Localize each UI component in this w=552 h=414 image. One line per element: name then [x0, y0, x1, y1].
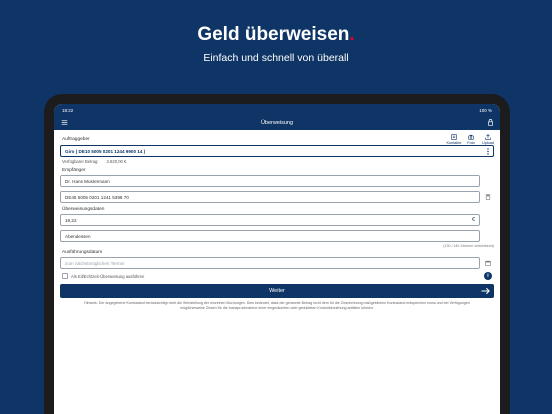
date-placeholder: zum nächstmöglichen Termin — [65, 260, 125, 266]
auftraggeber-label: Auftraggeber — [62, 137, 90, 142]
euro-icon: € — [471, 217, 475, 223]
amount-input[interactable]: 18,22 € — [60, 214, 480, 226]
status-battery: 100 % — [479, 107, 492, 113]
instant-transfer-label: Als Eil/Echtzeit-Überweisung ausführen — [71, 273, 145, 279]
ueberweisungsdaten-label: Überweisungsdaten — [62, 207, 105, 212]
purpose-row: Abendessen — [60, 230, 494, 242]
promo-title: Geld überweisen. — [0, 24, 552, 46]
weiter-button[interactable]: Weiter — [60, 284, 494, 298]
iban-input[interactable]: DE45 5005 0201 1241 5398 70 — [60, 191, 480, 203]
balance-value: 3.820,00 € — [106, 159, 127, 164]
recipient-name-row: Dr. Hans Mustermann — [60, 175, 494, 187]
auftraggeber-header-row: Auftraggeber Kontakte Foto Upload — [60, 134, 494, 145]
weiter-label: Weiter — [269, 288, 285, 294]
iban-row: DE45 5005 0201 1241 5398 70 — [60, 191, 494, 203]
tablet-device-frame: 18:22 100 % Überweisung Auftraggeber Kon… — [44, 94, 510, 414]
calendar-icon — [485, 260, 491, 266]
upload-button[interactable]: Upload — [482, 134, 494, 145]
more-options-icon[interactable] — [487, 147, 489, 155]
upload-icon — [485, 134, 491, 140]
date-input[interactable]: zum nächstmöglichen Termin — [60, 257, 480, 269]
available-balance: Verfügbarer Betrag: 3.820,00 € — [62, 159, 494, 164]
purpose-input[interactable]: Abendessen — [60, 230, 480, 242]
account-value: Giro ( DE10 5005 0201 1244 9900 14 ) — [65, 148, 146, 154]
instant-transfer-checkbox[interactable] — [62, 273, 68, 279]
camera-icon — [468, 134, 474, 140]
app-screen: 18:22 100 % Überweisung Auftraggeber Kon… — [54, 104, 500, 414]
empfaenger-label: Empfänger — [62, 168, 86, 173]
amount-value: 18,22 — [65, 217, 77, 223]
balance-hint: Hinweis: Der angegebene Kontostand berüc… — [84, 301, 470, 310]
status-time: 18:22 — [62, 107, 74, 113]
transfer-form: Auftraggeber Kontakte Foto Upload Giro (… — [54, 130, 500, 311]
account-row: Giro ( DE10 5005 0201 1244 9900 14 ) — [60, 145, 494, 157]
char-counter: (130 / 140 Zeichen verbleibend) — [443, 244, 494, 248]
contacts-button[interactable]: Kontakte — [447, 134, 462, 145]
calculator-icon — [485, 194, 491, 200]
contacts-icon — [451, 134, 457, 140]
date-row: zum nächstmöglichen Termin — [60, 257, 494, 269]
calculator-button[interactable] — [482, 194, 494, 200]
account-select[interactable]: Giro ( DE10 5005 0201 1244 9900 14 ) — [60, 145, 494, 157]
promo-title-dot: . — [349, 24, 355, 45]
status-bar: 18:22 100 % — [54, 104, 500, 116]
arrow-right-icon — [481, 287, 490, 295]
calendar-button[interactable] — [482, 260, 494, 266]
lock-icon[interactable] — [487, 118, 494, 127]
iban-value: DE45 5005 0201 1241 5398 70 — [65, 194, 129, 200]
ausfuehrung-label: Ausführungsdatum — [62, 250, 103, 255]
photo-button[interactable]: Foto — [465, 134, 477, 145]
recipient-name-value: Dr. Hans Mustermann — [65, 178, 110, 184]
recipient-name-input[interactable]: Dr. Hans Mustermann — [60, 175, 480, 187]
menu-icon[interactable] — [61, 119, 68, 126]
navigation-bar: Überweisung — [54, 116, 500, 130]
page-title: Überweisung — [260, 120, 294, 126]
amount-row: 18,22 € — [60, 214, 494, 226]
tool-buttons: Kontakte Foto Upload — [447, 134, 494, 145]
instant-transfer-row: Als Eil/Echtzeit-Überweisung ausführen i — [62, 272, 494, 280]
balance-label: Verfügbarer Betrag: — [62, 159, 99, 164]
promo-subtitle: Einfach und schnell von überall — [203, 52, 349, 64]
purpose-value: Abendessen — [65, 233, 91, 239]
info-icon[interactable]: i — [484, 272, 492, 280]
promo-title-text: Geld überweisen — [197, 24, 350, 45]
